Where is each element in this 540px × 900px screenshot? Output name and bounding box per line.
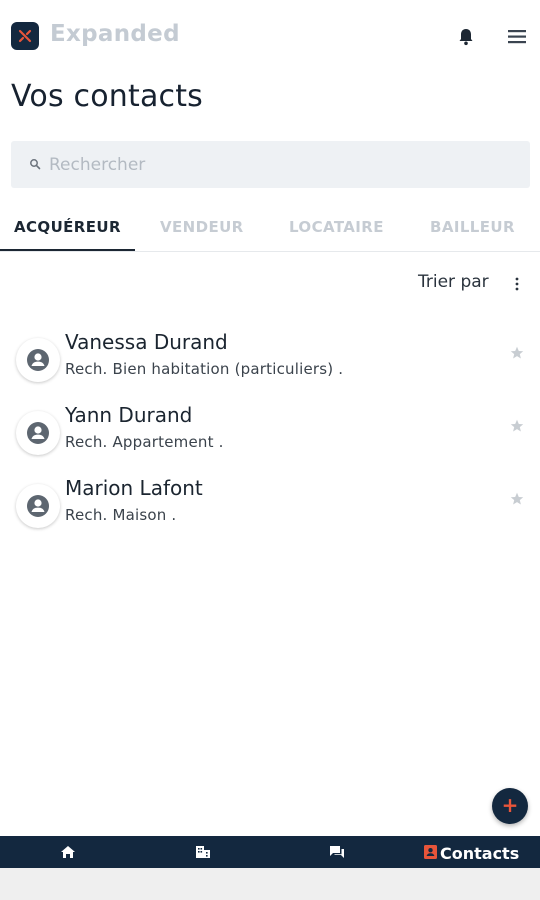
nav-contacts-label: Contacts	[440, 844, 520, 863]
nav-messages[interactable]	[327, 836, 347, 868]
add-contact-button[interactable]: +	[492, 788, 528, 824]
contact-name: Vanessa Durand	[65, 330, 228, 354]
contact-name: Marion Lafont	[65, 476, 203, 500]
active-tab-indicator	[0, 249, 135, 251]
search-bar[interactable]	[11, 141, 530, 188]
hamburger-menu-icon[interactable]	[505, 26, 531, 48]
contact-row[interactable]: Yann Durand Rech. Appartement .	[0, 401, 540, 471]
nav-contacts[interactable]: Contacts	[422, 836, 522, 868]
person-icon	[27, 422, 49, 444]
bottom-navigation: Contacts	[0, 836, 540, 868]
notification-bell-icon[interactable]	[455, 26, 477, 48]
tab-acquereur[interactable]: ACQUÉREUR	[14, 218, 121, 236]
tab-bailleur[interactable]: BAILLEUR	[430, 218, 515, 236]
nav-home[interactable]	[58, 836, 78, 868]
search-icon	[30, 159, 41, 170]
contact-name: Yann Durand	[65, 403, 193, 427]
contact-search-criteria: Rech. Appartement .	[65, 433, 224, 451]
app-name: Expanded	[50, 21, 180, 47]
avatar	[16, 338, 60, 382]
contact-search-criteria: Rech. Bien habitation (particuliers) .	[65, 360, 344, 378]
contact-row[interactable]: Vanessa Durand Rech. Bien habitation (pa…	[0, 328, 540, 398]
avatar	[16, 484, 60, 528]
avatar	[16, 411, 60, 455]
contact-type-tabs: ACQUÉREUR VENDEUR LOCATAIRE BAILLEUR	[0, 206, 540, 252]
favorite-star-icon[interactable]	[509, 491, 525, 507]
chat-icon	[330, 846, 344, 858]
page-title: Vos contacts	[11, 79, 204, 114]
more-vertical-icon[interactable]	[515, 277, 519, 291]
contact-row[interactable]: Marion Lafont Rech. Maison .	[0, 474, 540, 544]
logo-icon	[18, 29, 32, 43]
app-logo	[11, 22, 39, 50]
sort-control[interactable]: Trier par	[418, 272, 519, 296]
app-header: Expanded	[0, 0, 540, 72]
search-input[interactable]	[49, 141, 519, 188]
system-bar-area	[0, 868, 540, 900]
contact-search-criteria: Rech. Maison .	[65, 506, 177, 524]
favorite-star-icon[interactable]	[509, 418, 525, 434]
tab-vendeur[interactable]: VENDEUR	[160, 218, 244, 236]
contacts-icon	[424, 845, 437, 859]
tab-locataire[interactable]: LOCATAIRE	[289, 218, 384, 236]
home-icon	[61, 846, 75, 858]
building-icon	[196, 846, 210, 858]
person-icon	[27, 349, 49, 371]
nav-properties[interactable]	[193, 836, 213, 868]
person-icon	[27, 495, 49, 517]
favorite-star-icon[interactable]	[509, 345, 525, 361]
sort-label: Trier par	[418, 272, 489, 292]
